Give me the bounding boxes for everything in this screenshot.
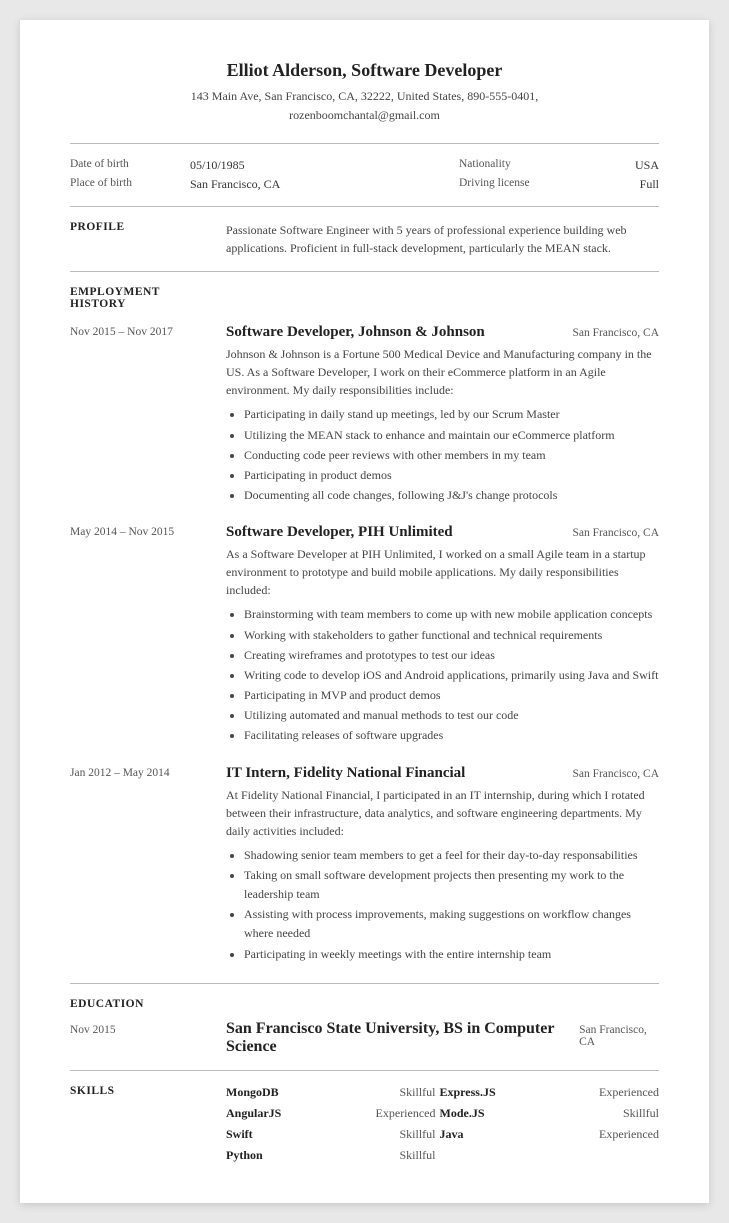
list-item: Shadowing senior team members to get a f… (244, 846, 659, 865)
skill-level: Experienced (559, 1085, 659, 1100)
list-item: Participating in MVP and product demos (244, 686, 659, 705)
job-2-header: Software Developer, PIH Unlimited San Fr… (226, 524, 659, 541)
job-2-location: San Francisco, CA (572, 527, 659, 539)
profile-divider (70, 271, 659, 272)
header-divider (70, 143, 659, 144)
job-3-desc: At Fidelity National Financial, I partic… (226, 786, 659, 840)
resume-document: Elliot Alderson, Software Developer 143 … (20, 20, 709, 1203)
education-divider (70, 1070, 659, 1071)
candidate-name: Elliot Alderson, Software Developer (70, 60, 659, 81)
list-item: Brainstorming with team members to come … (244, 605, 659, 624)
edu-1-dates: Nov 2015 (70, 1020, 210, 1056)
license-label: Driving license (459, 177, 579, 192)
list-item: Participating in product demos (244, 466, 659, 485)
job-3-location: San Francisco, CA (572, 768, 659, 780)
skill-name (440, 1148, 556, 1163)
nationality-value: USA (579, 158, 659, 173)
job-2-right: Software Developer, PIH Unlimited San Fr… (226, 524, 659, 746)
job-3-bullets: Shadowing senior team members to get a f… (226, 846, 659, 964)
employment-divider (70, 983, 659, 984)
job-entry-2: May 2014 – Nov 2015 Software Developer, … (70, 524, 659, 746)
profile-grid: PROFILE Passionate Software Engineer wit… (70, 221, 659, 257)
profile-title: PROFILE (70, 221, 210, 253)
skill-name: Swift (226, 1127, 342, 1142)
resume-header: Elliot Alderson, Software Developer 143 … (70, 60, 659, 125)
profile-section: PROFILE Passionate Software Engineer wit… (70, 221, 659, 257)
list-item: Assisting with process improvements, mak… (244, 905, 659, 943)
skill-name: AngularJS (226, 1106, 342, 1121)
job-2-desc: As a Software Developer at PIH Unlimited… (226, 545, 659, 599)
skill-name: Java (440, 1127, 556, 1142)
job-3-header: IT Intern, Fidelity National Financial S… (226, 765, 659, 782)
employment-section: EMPLOYMENT HISTORY Nov 2015 – Nov 2017 S… (70, 286, 659, 964)
job-3-title: IT Intern, Fidelity National Financial (226, 765, 465, 782)
personal-info-grid: Date of birth 05/10/1985 Nationality USA… (70, 152, 659, 198)
skill-level: Skillful (559, 1106, 659, 1121)
skill-level (559, 1148, 659, 1163)
profile-content: Passionate Software Engineer with 5 year… (226, 221, 659, 257)
employment-title: EMPLOYMENT HISTORY (70, 286, 210, 310)
job-1-title: Software Developer, Johnson & Johnson (226, 324, 485, 341)
candidate-email: rozenboomchantal@gmail.com (70, 106, 659, 125)
skill-name: Express.JS (440, 1085, 556, 1100)
list-item: Documenting all code changes, following … (244, 486, 659, 505)
skill-name: Python (226, 1148, 342, 1163)
job-1-right: Software Developer, Johnson & Johnson Sa… (226, 324, 659, 506)
edu-1-right: San Francisco State University, BS in Co… (226, 1020, 659, 1056)
education-title: EDUCATION (70, 998, 210, 1010)
job-1-location: San Francisco, CA (572, 327, 659, 339)
education-entry-1: Nov 2015 San Francisco State University,… (70, 1020, 659, 1056)
job-2-dates: May 2014 – Nov 2015 (70, 524, 210, 746)
job-entry-1: Nov 2015 – Nov 2017 Software Developer, … (70, 324, 659, 506)
list-item: Conducting code peer reviews with other … (244, 446, 659, 465)
skills-section: SKILLS MongoDB Skillful Express.JS Exper… (70, 1085, 659, 1163)
candidate-address: 143 Main Ave, San Francisco, CA, 32222, … (70, 87, 659, 106)
job-3-dates: Jan 2012 – May 2014 (70, 765, 210, 965)
info-divider (70, 206, 659, 207)
skill-level: Experienced (346, 1106, 436, 1121)
edu-1-title: San Francisco State University, BS in Co… (226, 1020, 579, 1056)
list-item: Participating in daily stand up meetings… (244, 405, 659, 424)
skill-level: Experienced (559, 1127, 659, 1142)
job-1-desc: Johnson & Johnson is a Fortune 500 Medic… (226, 345, 659, 399)
list-item: Utilizing automated and manual methods t… (244, 706, 659, 725)
skill-level: Skillful (346, 1148, 436, 1163)
job-1-dates: Nov 2015 – Nov 2017 (70, 324, 210, 506)
list-item: Utilizing the MEAN stack to enhance and … (244, 426, 659, 445)
education-section: EDUCATION Nov 2015 San Francisco State U… (70, 998, 659, 1056)
list-item: Taking on small software development pro… (244, 866, 659, 904)
skill-level: Skillful (346, 1085, 436, 1100)
skills-grid: SKILLS MongoDB Skillful Express.JS Exper… (70, 1085, 659, 1163)
list-item: Writing code to develop iOS and Android … (244, 666, 659, 685)
job-1-bullets: Participating in daily stand up meetings… (226, 405, 659, 505)
job-2-title: Software Developer, PIH Unlimited (226, 524, 453, 541)
nationality-label: Nationality (459, 158, 579, 173)
dob-label: Date of birth (70, 158, 190, 173)
job-entry-3: Jan 2012 – May 2014 IT Intern, Fidelity … (70, 765, 659, 965)
edu-1-location: San Francisco, CA (579, 1024, 659, 1048)
skill-level: Skillful (346, 1127, 436, 1142)
job-1-header: Software Developer, Johnson & Johnson Sa… (226, 324, 659, 341)
skills-table: MongoDB Skillful Express.JS Experienced … (226, 1085, 659, 1163)
skills-title: SKILLS (70, 1085, 210, 1159)
dob-value: 05/10/1985 (190, 158, 459, 173)
skill-name: Mode.JS (440, 1106, 556, 1121)
skill-name: MongoDB (226, 1085, 342, 1100)
pob-value: San Francisco, CA (190, 177, 459, 192)
list-item: Participating in weekly meetings with th… (244, 945, 659, 964)
pob-label: Place of birth (70, 177, 190, 192)
list-item: Working with stakeholders to gather func… (244, 626, 659, 645)
list-item: Creating wireframes and prototypes to te… (244, 646, 659, 665)
job-2-bullets: Brainstorming with team members to come … (226, 605, 659, 745)
license-value: Full (579, 177, 659, 192)
list-item: Facilitating releases of software upgrad… (244, 726, 659, 745)
job-3-right: IT Intern, Fidelity National Financial S… (226, 765, 659, 965)
